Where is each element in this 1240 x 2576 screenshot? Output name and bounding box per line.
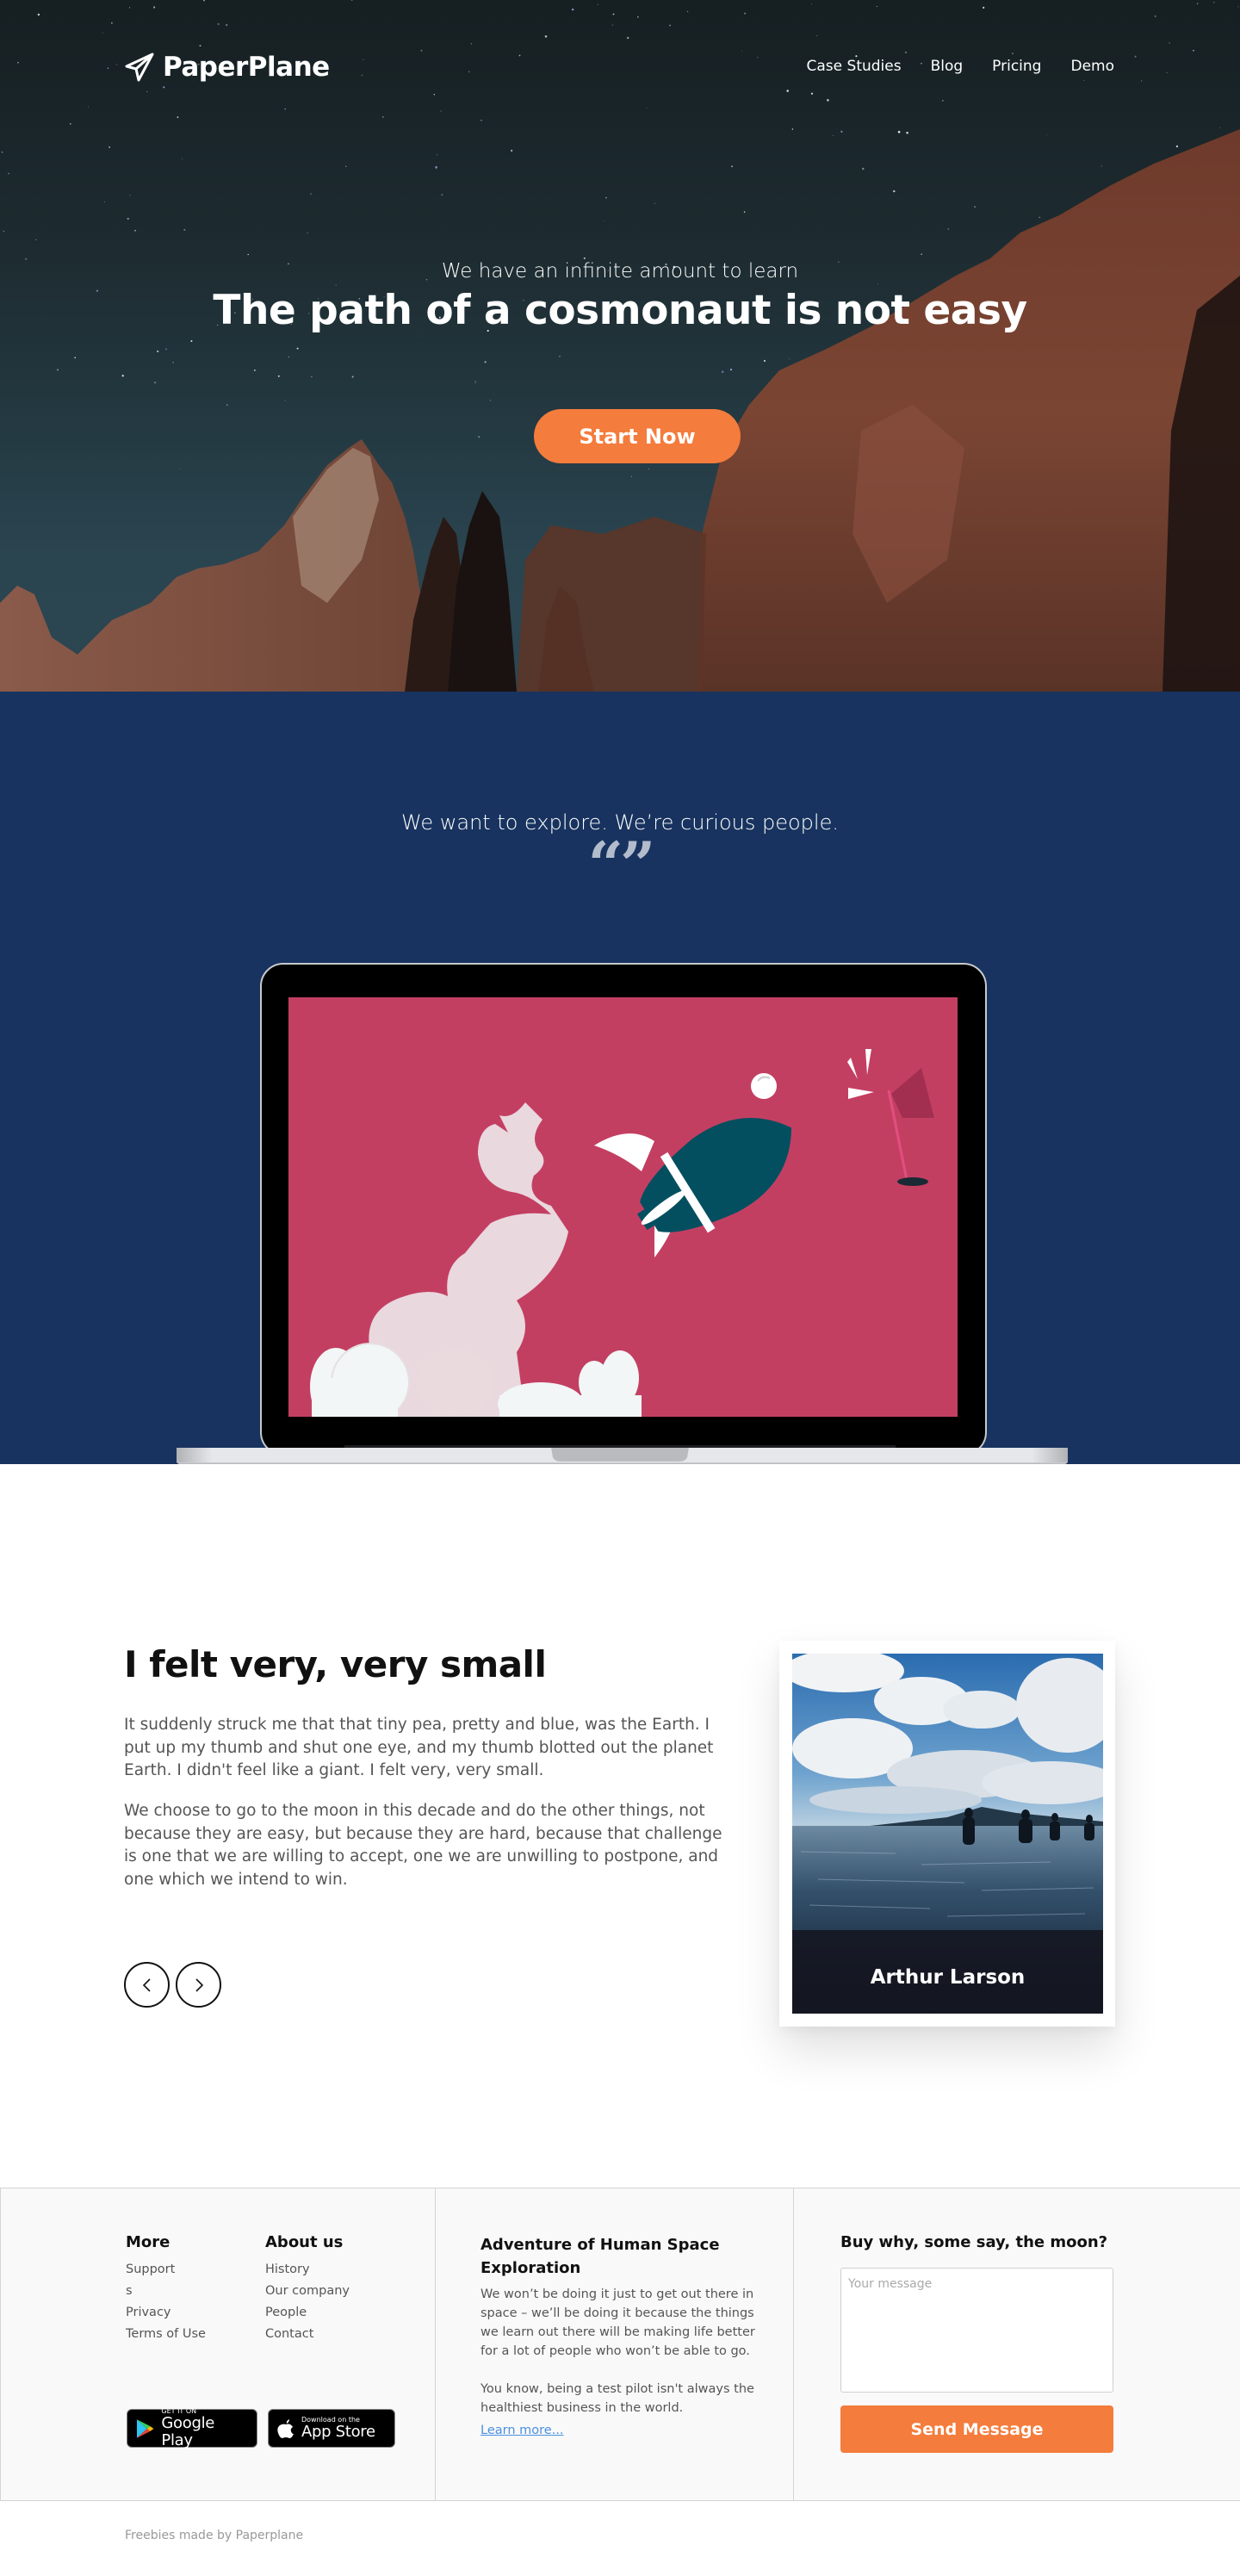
footer-link-support[interactable]: Support [126,2259,206,2281]
story-paragraph: We choose to go to the moon in this deca… [124,1802,722,1889]
next-button[interactable] [176,1962,221,2008]
footer-link-our-company[interactable]: Our company [265,2281,350,2302]
footer: More Support s Privacy Terms of Use Abou… [0,2188,1240,2501]
profile-card: Arthur Larson [779,1641,1115,2027]
brand-name: PaperPlane [163,52,330,83]
profile-photo: Arthur Larson [792,1654,1103,2014]
nav-link-blog[interactable]: Blog [931,58,964,75]
send-message-button[interactable]: Send Message [840,2405,1113,2453]
footer-link-contact[interactable]: Contact [265,2324,350,2345]
footer-group-more: More Support s Privacy Terms of Use [126,2233,206,2345]
message-textarea[interactable] [840,2268,1113,2393]
top-navigation: PaperPlane Case Studies Blog Pricing Dem… [0,0,1240,138]
start-now-button[interactable]: Start Now [534,409,741,463]
footer-credit: Freebies made by Paperplane [125,2529,304,2542]
badge-big-text: Google Play [161,2414,215,2449]
google-play-badge[interactable]: GET IT ON Google Play [127,2407,257,2449]
previous-button[interactable] [124,1962,170,2008]
paper-plane-icon [125,53,154,82]
story-section: I felt very, very small It suddenly stru… [0,1464,1240,2188]
apple-icon [277,2418,294,2438]
hero-subtitle: We have an infinite amount to learn [441,260,799,282]
footer-text: We won’t be doing it just to get out the… [480,2287,755,2358]
nav-link-case-studies[interactable]: Case Studies [807,58,902,75]
app-store-badge[interactable]: Download on the App Store [268,2409,395,2448]
footer-link-people[interactable]: People [265,2302,350,2324]
footer-contact-column: Buy why, some say, the moon? Send Messag… [794,2188,1240,2500]
chevron-right-icon [195,1977,203,1992]
nav-link-pricing[interactable]: Pricing [992,58,1041,75]
footer-link-privacy[interactable]: Privacy [126,2302,206,2324]
footer-heading: About us [265,2233,344,2251]
google-play-icon [136,2418,154,2438]
profile-name: Arthur Larson [792,1930,1103,2014]
nav-link-demo[interactable]: Demo [1070,58,1114,75]
hero-section: PaperPlane Case Studies Blog Pricing Dem… [0,0,1240,692]
footer-heading: More [126,2233,170,2251]
footer-link-history[interactable]: History [265,2259,350,2281]
footer-group-about: About us History Our company People Cont… [265,2233,350,2345]
footer-heading: Adventure of Human Space Exploration [480,2236,720,2277]
story-title: I felt very, very small [124,1643,547,1685]
footer-heading: Buy why, some say, the moon? [840,2233,1108,2251]
learn-more-link[interactable]: Learn more... [480,2424,564,2437]
brand-logo[interactable]: PaperPlane [125,52,330,83]
footer-link-s[interactable]: s [126,2281,206,2302]
footer-links-column: More Support s Privacy Terms of Use Abou… [0,2188,436,2500]
badge-big-text: App Store [301,2423,375,2441]
nav-links: Case Studies Blog Pricing Demo [807,58,1114,75]
hero-title: The path of a cosmonaut is not easy [213,287,1027,334]
story-paragraph: It suddenly struck me that that tiny pea… [124,1716,714,1779]
footer-about-column: Adventure of Human Space Exploration We … [436,2188,794,2500]
app-store-badges: GET IT ON Google Play Download on the Ap… [127,2407,395,2449]
footer-text: You know, being a test pilot isn't alway… [480,2382,754,2415]
footer-link-terms[interactable]: Terms of Use [126,2324,206,2345]
laptop-rocket-illustration [177,963,1068,1487]
quote-icon: “” [587,828,656,901]
chevron-left-icon [142,1977,151,1992]
